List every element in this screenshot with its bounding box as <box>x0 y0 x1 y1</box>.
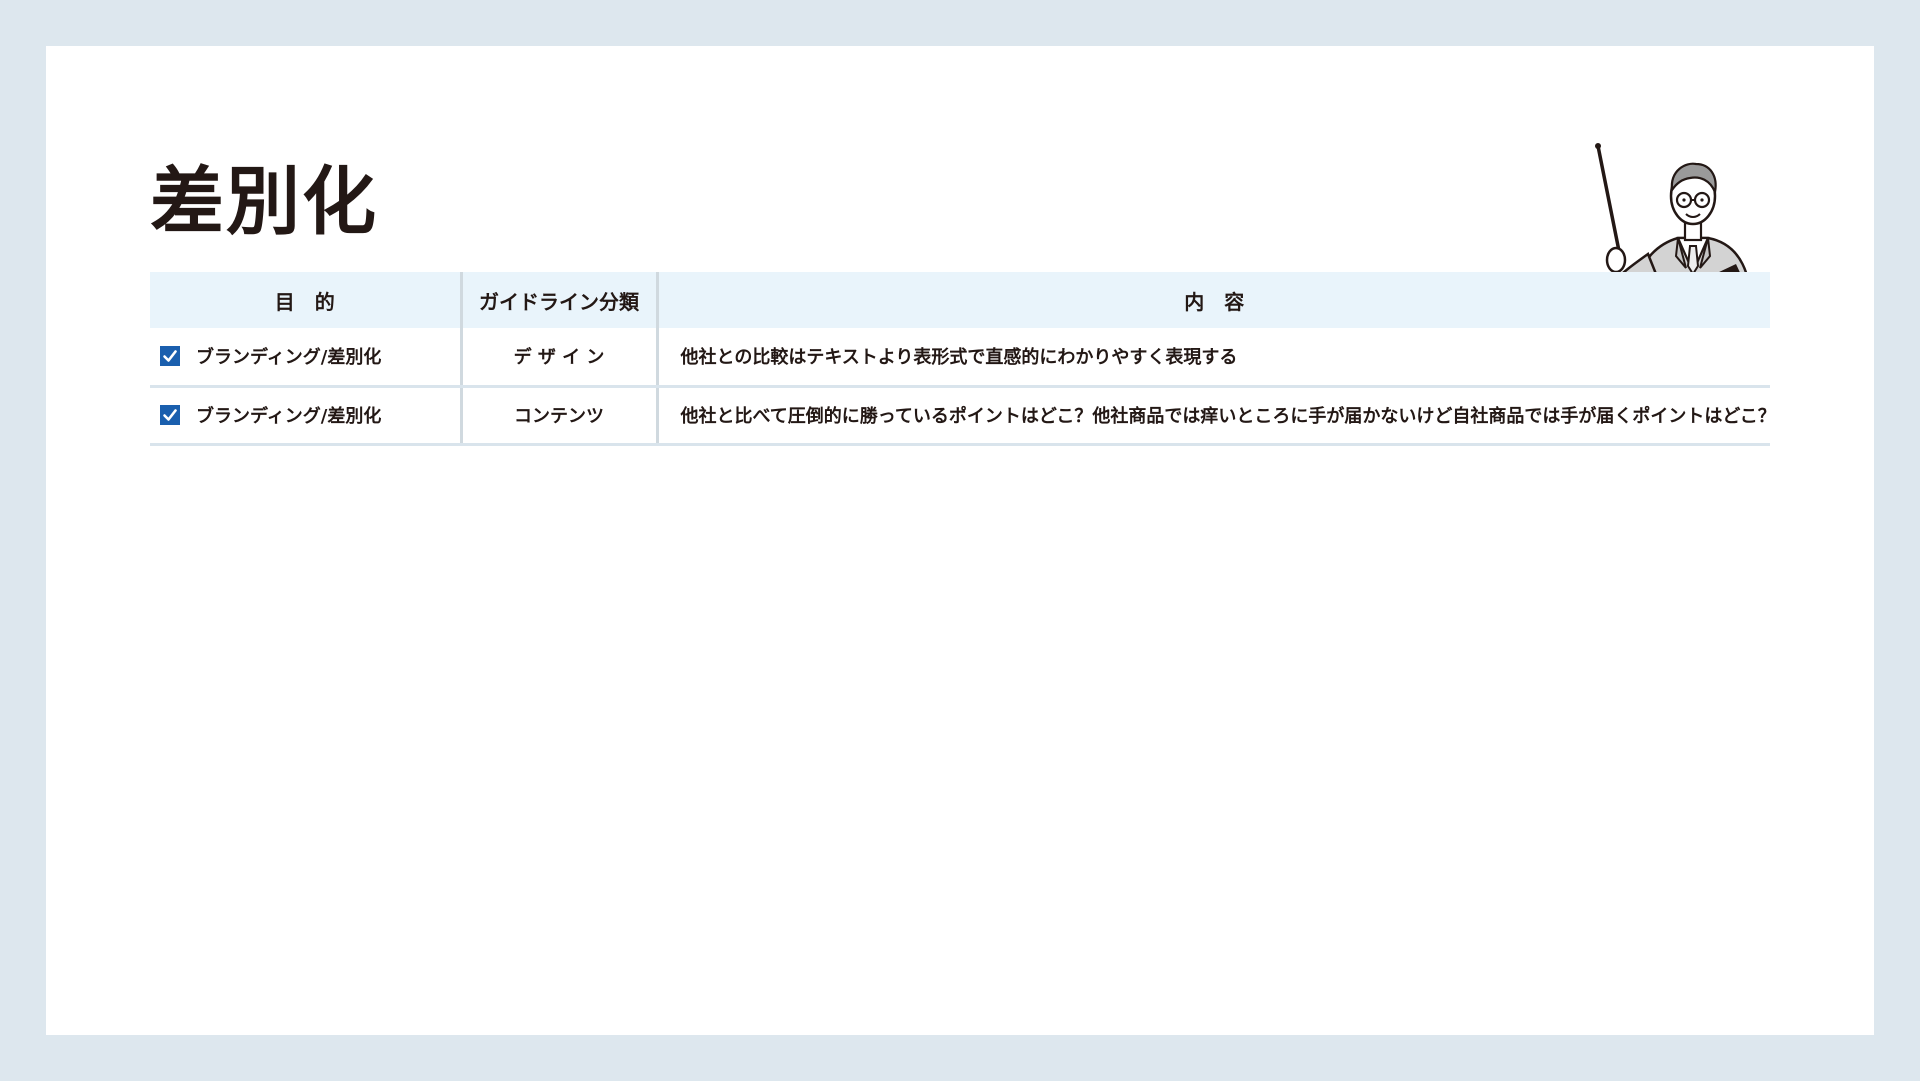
purpose-cell: ブランディング/差別化 <box>150 328 463 388</box>
content-cell: 他社と比べて圧倒的に勝っているポイントはどこ？他社商品では痒いところに手が届かな… <box>657 386 1770 446</box>
table-row: ブランディング/差別化 デ ザ イ ン 他社との比較はテキストより表形式で直感的… <box>150 328 1770 388</box>
content-cell: 他社との比較はテキストより表形式で直感的にわかりやすく表現する <box>657 328 1770 388</box>
purpose-label: ブランディング/差別化 <box>196 406 382 427</box>
guideline-table: 目 的 ガイドライン分類 内 容 ブランディング/差別化 デ ザ イ ン 他社と… <box>150 272 1770 446</box>
category-cell: デ ザ イ ン <box>461 328 659 388</box>
table-header-row: 目 的 ガイドライン分類 内 容 <box>150 272 1770 328</box>
table-row: ブランディング/差別化 コンテンツ 他社と比べて圧倒的に勝っているポイントはどこ… <box>150 386 1770 446</box>
slide: 差別化 目 的 ガイドライン分類 内 容 ブランディング/差別化 デ ザ イ ン… <box>46 46 1874 1035</box>
header-content: 内 容 <box>657 272 1770 328</box>
purpose-cell: ブランディング/差別化 <box>150 386 463 446</box>
purpose-label: ブランディング/差別化 <box>196 347 382 369</box>
header-category: ガイドライン分類 <box>461 272 659 328</box>
header-purpose: 目 的 <box>150 272 463 328</box>
page-title: 差別化 <box>150 159 378 245</box>
checkbox-checked-icon[interactable] <box>160 346 180 367</box>
category-cell: コンテンツ <box>461 386 659 446</box>
checkbox-checked-icon[interactable] <box>160 405 180 425</box>
